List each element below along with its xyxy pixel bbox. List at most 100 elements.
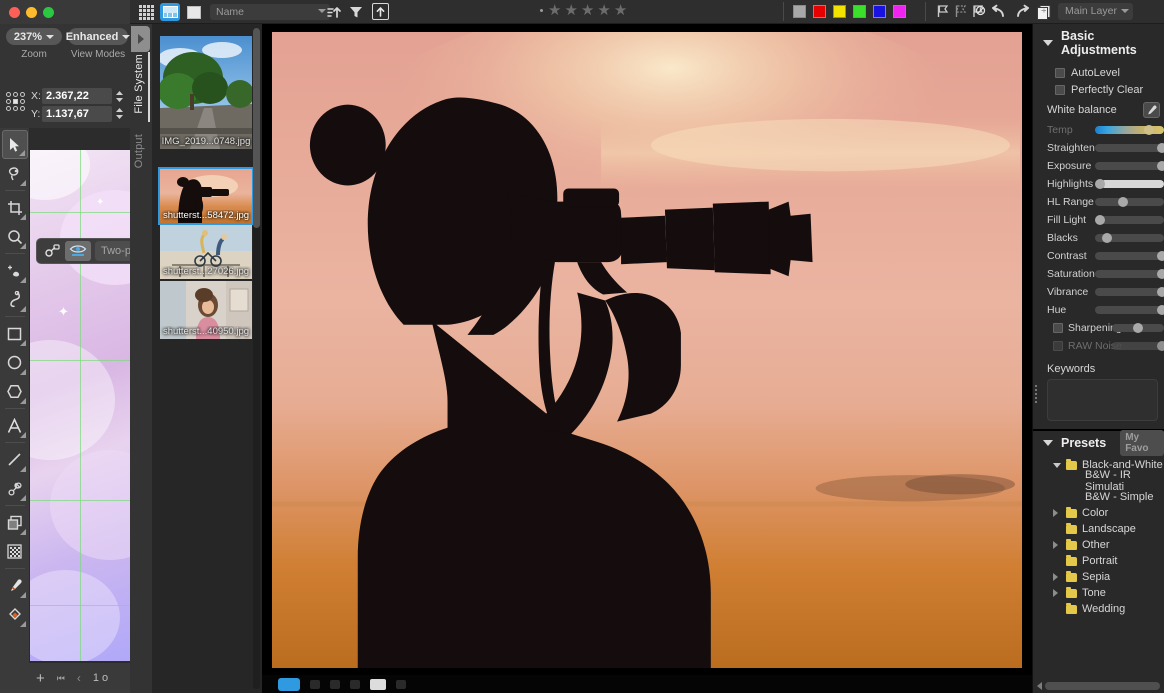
shadow-tool[interactable] (2, 508, 28, 537)
layers-icon[interactable] (1035, 3, 1053, 24)
slider-track-straighten[interactable] (1095, 143, 1164, 153)
slider-track-blacks[interactable] (1095, 233, 1164, 243)
slider-track-hl-range[interactable] (1095, 197, 1164, 207)
x-coordinate-field[interactable]: 2.367,22 (42, 88, 112, 104)
slider-track-saturation[interactable] (1095, 269, 1164, 279)
flag-reject-button[interactable] (972, 4, 986, 18)
autolevel-checkbox[interactable] (1055, 67, 1065, 78)
slider-track-raw-noise[interactable] (1112, 341, 1164, 351)
chain-tool[interactable] (2, 474, 28, 503)
perfectly-clear-checkbox[interactable] (1055, 84, 1065, 95)
autolevel-row[interactable]: AutoLevel (1033, 64, 1164, 81)
star-icon-3[interactable]: ★ (581, 3, 594, 18)
canvas-tool-5[interactable] (370, 678, 386, 690)
preset-folder-wedding[interactable]: Wedding (1043, 601, 1164, 617)
single-view-button[interactable] (184, 3, 204, 21)
star-icon-1[interactable]: ★ (548, 3, 561, 18)
add-page-button[interactable]: + (36, 670, 45, 687)
thumbnail-item-2[interactable]: shutterst...58472.jpg (158, 167, 254, 225)
first-page-button[interactable]: ⏮ (57, 673, 65, 684)
canvas-tool-primary-button[interactable] (278, 677, 300, 691)
scroll-thumb[interactable] (1045, 681, 1160, 690)
preset-folder-portrait[interactable]: Portrait (1043, 553, 1164, 569)
polygon-tool[interactable] (2, 377, 28, 406)
thumbnail-scrollbar[interactable] (253, 28, 260, 689)
panel-resize-grip[interactable] (1035, 385, 1037, 403)
pointer-tool[interactable] (1, 130, 28, 159)
canvas-tool-6[interactable] (396, 679, 406, 689)
filter-button[interactable] (348, 4, 364, 23)
eyedropper-tool[interactable] (2, 571, 28, 600)
toggle-layer-visibility-button[interactable] (65, 241, 91, 261)
star-icon-4[interactable]: ★ (597, 3, 610, 18)
color-label-green[interactable] (853, 5, 866, 18)
filmstrip-view-button[interactable] (160, 3, 180, 21)
chevron-right-icon[interactable] (1053, 589, 1058, 597)
zoom-level-select[interactable]: 237% (6, 28, 62, 45)
heal-tool[interactable] (2, 256, 28, 285)
color-label-red[interactable] (813, 5, 826, 18)
sharpening-checkbox[interactable] (1053, 323, 1063, 333)
view-mode-select[interactable]: Enhanced (66, 28, 131, 45)
scroll-left-arrow[interactable] (1037, 681, 1042, 690)
raw-noise-checkbox[interactable] (1053, 341, 1063, 351)
slider-track-fill-light[interactable] (1095, 215, 1164, 225)
chevron-right-icon[interactable] (1053, 541, 1058, 549)
photo-frame[interactable] (270, 30, 1024, 670)
page-layout-select[interactable]: Two-p (95, 241, 130, 261)
ellipse-tool[interactable] (2, 348, 28, 377)
slider-track-temp[interactable] (1095, 125, 1164, 135)
fill-tool[interactable] (2, 600, 28, 629)
slider-track-exposure[interactable] (1095, 161, 1164, 171)
flag-unpick-button[interactable] (954, 4, 967, 18)
flag-pick-button[interactable] (936, 4, 949, 18)
rectangle-tool[interactable] (2, 319, 28, 348)
line-tool[interactable] (2, 445, 28, 474)
text-tool[interactable] (2, 411, 28, 440)
minimize-window-button[interactable] (26, 7, 37, 18)
rating-zero-dot[interactable] (540, 9, 543, 12)
close-window-button[interactable] (9, 7, 20, 18)
preset-folder-other[interactable]: Other (1043, 537, 1164, 553)
chevron-down-icon[interactable] (1053, 462, 1061, 468)
pattern-tool[interactable] (2, 537, 28, 566)
thumbnail-item-1[interactable]: IMG_2019...0748.jpg (160, 36, 252, 149)
preset-folder-tone[interactable]: Tone (1043, 585, 1164, 601)
my-favorites-button[interactable]: My Favo (1120, 430, 1164, 456)
preset-folder-color[interactable]: Color (1043, 505, 1164, 521)
rating-control[interactable]: ★ ★ ★ ★ ★ (540, 3, 627, 18)
color-label-yellow[interactable] (833, 5, 846, 18)
preset-folder-sepia[interactable]: Sepia (1043, 569, 1164, 585)
artboard-canvas[interactable]: ✦ ✦ (30, 150, 130, 661)
anchor-point-selector[interactable] (6, 92, 25, 111)
thumbnail-item-3[interactable]: shutterst...27026.jpg (160, 225, 252, 279)
chevron-right-icon[interactable] (1053, 573, 1058, 581)
slider-track-sharpening[interactable] (1112, 323, 1164, 333)
keywords-input[interactable] (1047, 379, 1158, 421)
white-balance-picker-button[interactable] (1143, 102, 1160, 118)
export-button[interactable] (372, 3, 389, 20)
slider-track-contrast[interactable] (1095, 251, 1164, 261)
y-coordinate-field[interactable]: 1.137,67 (42, 106, 112, 122)
preset-item-bw-ir-simulation[interactable]: B&W - IR Simulati (1043, 469, 1164, 493)
slider-track-hue[interactable] (1095, 305, 1164, 315)
star-icon-5[interactable]: ★ (614, 3, 627, 18)
presets-horizontal-scrollbar[interactable] (1037, 681, 1160, 690)
undo-button[interactable] (990, 4, 1006, 19)
slider-track-highlights[interactable] (1095, 179, 1164, 189)
chevron-right-icon[interactable] (1053, 509, 1058, 517)
maximize-window-button[interactable] (43, 7, 54, 18)
sort-field-select[interactable]: Name (210, 4, 330, 20)
coordinate-stepper[interactable] (113, 87, 125, 123)
tab-output[interactable]: Output (133, 134, 145, 168)
canvas-tool-3[interactable] (330, 679, 340, 689)
zoom-tool[interactable] (2, 222, 28, 251)
lock-layer-button[interactable] (39, 241, 65, 261)
tab-file-system[interactable]: File System (133, 54, 145, 114)
color-label-gray[interactable] (793, 5, 806, 18)
lasso-tool[interactable] (2, 159, 28, 188)
presets-header[interactable]: Presets My Favo (1033, 430, 1164, 456)
thumbnail-item-4[interactable]: shutterst...40950.jpg (160, 281, 252, 339)
crop-tool[interactable] (2, 193, 28, 222)
color-label-blue[interactable] (873, 5, 886, 18)
